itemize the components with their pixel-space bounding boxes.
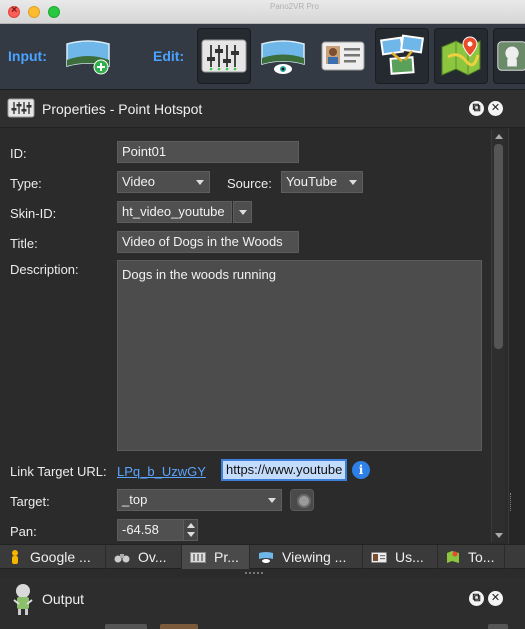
output-float-button[interactable]: ⧉ (469, 591, 484, 606)
properties-form: ID: Point01 Type: Video Source: YouTube … (0, 128, 508, 544)
tab-tour[interactable]: To... (438, 545, 505, 569)
tab-label: Viewing ... (282, 549, 347, 565)
add-panorama-button[interactable] (61, 28, 115, 84)
dock-edge (508, 128, 525, 544)
output-panel-title: Output (42, 591, 85, 607)
tab-label: Google ... (30, 549, 91, 565)
tab-viewing-parameters[interactable]: Viewing ... (250, 545, 363, 569)
type-label: Type: (10, 176, 42, 191)
title-field[interactable]: Video of Dogs in the Woods (117, 231, 299, 253)
chevron-down-icon (349, 180, 357, 185)
title-label: Title: (10, 236, 38, 251)
target-label: Target: (10, 494, 50, 509)
output-icon (497, 41, 525, 71)
skin-id-label: Skin-ID: (10, 206, 57, 221)
target-select-value: _top (122, 492, 148, 507)
window-maximize-button[interactable] (48, 6, 60, 18)
scrollbar-thumb[interactable] (494, 144, 503, 349)
panel-title: Properties - Point Hotspot (42, 101, 203, 117)
tab-user-data[interactable]: Us... (363, 545, 438, 569)
viewing-parameters-icon (259, 552, 273, 563)
description-textarea[interactable]: Dogs in the woods running (117, 260, 482, 451)
binoculars-icon (114, 554, 130, 563)
url-input[interactable]: https://www.youtube (221, 459, 347, 481)
window-titlebar: Pano2VR Pro (0, 0, 525, 24)
target-select[interactable]: _top (117, 489, 282, 511)
window-minimize-button[interactable] (28, 6, 40, 18)
user-data-toolbar-button[interactable] (316, 28, 370, 84)
input-label: Input: (8, 48, 47, 64)
output-toolbar-button[interactable] (493, 28, 525, 84)
main-toolbar: Input: Edit: (0, 24, 525, 90)
tab-label: Pr... (214, 549, 239, 565)
tab-label: Us... (395, 549, 424, 565)
scroll-down-icon[interactable] (495, 533, 503, 538)
output-panel-icon (10, 582, 36, 619)
map-pin-icon (441, 36, 481, 76)
output-item-peek (488, 624, 508, 629)
tour-icon (447, 551, 459, 563)
tour-browser-toolbar-button[interactable] (375, 28, 429, 84)
output-item-peek (105, 624, 147, 629)
google-street-view-icon (12, 550, 18, 564)
viewing-parameters-toolbar-button[interactable] (256, 28, 310, 84)
tab-overview[interactable]: Ov... (106, 545, 182, 569)
type-select-value: Video (122, 174, 156, 189)
skin-id-field[interactable]: ht_video_youtube (117, 201, 232, 223)
id-label: ID: (10, 146, 27, 161)
pan-value: -64.58 (122, 522, 159, 537)
description-label: Description: (10, 262, 79, 277)
link-target-url-link[interactable]: LPq_b_UzwGY (117, 464, 206, 479)
type-select[interactable]: Video (117, 171, 210, 193)
window-title: Pano2VR Pro (270, 2, 319, 11)
chevron-down-icon (239, 210, 247, 215)
id-field[interactable]: Point01 (117, 141, 299, 163)
target-record-button[interactable] (290, 489, 314, 511)
info-icon[interactable]: i (352, 461, 370, 479)
properties-panel-icon (7, 98, 35, 121)
tour-browser-icon (379, 34, 425, 75)
panel-tabs: Google ... Ov... Pr... Viewing ... Us...… (0, 544, 525, 569)
properties-toolbar-button[interactable] (197, 28, 251, 84)
edit-label: Edit: (153, 48, 185, 64)
chevron-down-icon (196, 180, 204, 185)
panel-float-button[interactable]: ⧉ (469, 101, 484, 116)
tab-properties[interactable]: Pr... (182, 545, 250, 569)
source-label: Source: (227, 176, 272, 191)
pan-label: Pan: (10, 524, 37, 539)
properties-icon (190, 551, 206, 563)
id-card-icon (321, 41, 365, 71)
skin-id-dropdown-button[interactable] (233, 201, 252, 223)
output-close-button[interactable]: ✕ (488, 591, 503, 606)
panel-close-button[interactable]: ✕ (488, 101, 503, 116)
chevron-up-icon (187, 523, 195, 528)
pan-stepper-arrows[interactable] (183, 520, 197, 540)
window-close-button[interactable] (8, 4, 20, 18)
scroll-up-icon[interactable] (495, 134, 503, 139)
sliders-icon (201, 39, 247, 73)
user-data-icon (371, 551, 387, 563)
tab-google-street-view[interactable]: Google ... (0, 545, 106, 569)
output-item-peek (160, 624, 198, 629)
properties-scrollbar[interactable] (491, 130, 505, 542)
tab-label: Ov... (138, 549, 167, 565)
source-select[interactable]: YouTube (281, 171, 363, 193)
resize-grip[interactable] (510, 493, 512, 511)
panel-splitter[interactable] (245, 572, 263, 575)
properties-panel-header: Properties - Point Hotspot ⧉ ✕ (0, 90, 525, 128)
link-target-url-label: Link Target URL: (10, 464, 107, 479)
chevron-down-icon (187, 532, 195, 537)
pan-stepper[interactable]: -64.58 (117, 519, 198, 541)
map-toolbar-button[interactable] (434, 28, 488, 84)
output-panel: Output ⧉ ✕ (0, 578, 525, 629)
view-panorama-icon (261, 40, 305, 74)
tab-label: To... (468, 549, 495, 565)
add-panorama-icon (66, 40, 110, 75)
source-select-value: YouTube (286, 174, 338, 189)
chevron-down-icon (268, 498, 276, 503)
